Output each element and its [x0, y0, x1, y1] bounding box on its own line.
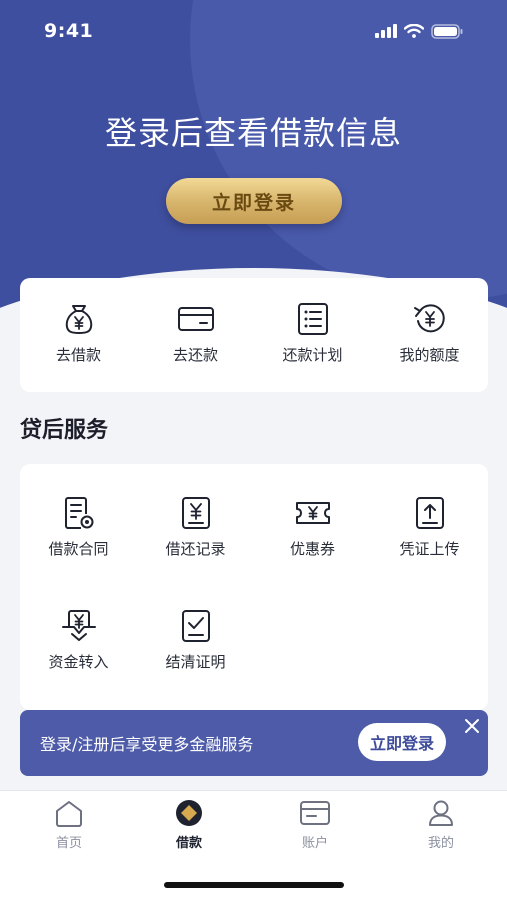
status-icons — [375, 23, 463, 39]
tab-label: 首页 — [55, 836, 82, 851]
home-icon — [56, 801, 82, 827]
quick-action-repay-plan[interactable]: 还款计划 — [254, 302, 371, 365]
yuan-refresh-icon — [413, 304, 445, 333]
service-item-label: 优惠券 — [289, 540, 335, 558]
services-card: 借款合同 借还记录 优惠券 凭证上传 资金转入 结清证明 — [20, 464, 488, 710]
signal-icon — [375, 24, 397, 38]
service-item-settlement-cert[interactable]: 结清证明 — [137, 609, 254, 672]
upload-icon — [415, 497, 444, 529]
quick-action-label: 去借款 — [55, 346, 101, 364]
service-item-label: 凭证上传 — [399, 540, 460, 558]
coupon-icon — [295, 502, 330, 524]
money-bag-icon — [65, 305, 92, 335]
quick-action-my-quota[interactable]: 我的额度 — [371, 302, 488, 365]
tab-label: 借款 — [175, 836, 202, 851]
promo-close-button[interactable] — [461, 715, 483, 737]
quick-action-repay[interactable]: 去还款 — [137, 302, 254, 365]
service-item-label: 借还记录 — [165, 540, 226, 558]
battery-icon — [431, 23, 463, 39]
status-bar: 9:41 — [0, 0, 507, 62]
service-item-transfer-in[interactable]: 资金转入 — [20, 609, 137, 672]
service-item-coupons[interactable]: 优惠券 — [254, 496, 371, 559]
service-item-contract[interactable]: 借款合同 — [20, 496, 137, 559]
tab-label: 我的 — [427, 836, 454, 851]
service-item-label: 资金转入 — [48, 653, 109, 671]
quick-action-label: 去还款 — [172, 346, 218, 364]
hero-title: 登录后查看借款信息 — [104, 114, 402, 152]
status-time: 9:41 — [44, 20, 94, 42]
quick-action-label: 还款计划 — [282, 346, 343, 364]
contract-icon — [64, 497, 93, 529]
home-indicator — [164, 882, 344, 888]
wifi-icon — [404, 24, 424, 38]
record-icon — [181, 497, 210, 529]
tab-account[interactable]: 账户 — [252, 799, 378, 851]
login-promo-banner: 登录/注册后享受更多金融服务 立即登录 — [20, 710, 488, 776]
loan-icon — [176, 800, 202, 826]
quick-action-label: 我的额度 — [399, 346, 460, 364]
wallet-icon — [300, 801, 330, 825]
tab-me[interactable]: 我的 — [378, 799, 504, 851]
list-icon — [297, 303, 328, 335]
section-title-services: 贷后服务 — [20, 418, 109, 443]
user-icon — [429, 800, 453, 826]
certificate-icon — [181, 610, 210, 642]
tab-label: 账户 — [301, 836, 328, 851]
service-item-records[interactable]: 借还记录 — [137, 496, 254, 559]
tab-home[interactable]: 首页 — [6, 799, 132, 851]
quick-action-borrow[interactable]: 去借款 — [20, 302, 137, 365]
close-icon — [465, 719, 479, 733]
service-item-label: 借款合同 — [48, 540, 109, 558]
card-icon — [177, 307, 214, 331]
promo-text: 登录/注册后享受更多金融服务 — [40, 735, 254, 754]
tab-loan[interactable]: 借款 — [126, 799, 252, 851]
promo-login-button[interactable]: 立即登录 — [358, 723, 446, 761]
service-item-label: 结清证明 — [165, 653, 226, 671]
transfer-in-icon — [61, 610, 96, 641]
hero-login-button[interactable]: 立即登录 — [166, 178, 342, 224]
quick-actions-card: 去借款 去还款 还款计划 我的额度 — [20, 278, 488, 392]
service-item-upload[interactable]: 凭证上传 — [371, 496, 488, 559]
